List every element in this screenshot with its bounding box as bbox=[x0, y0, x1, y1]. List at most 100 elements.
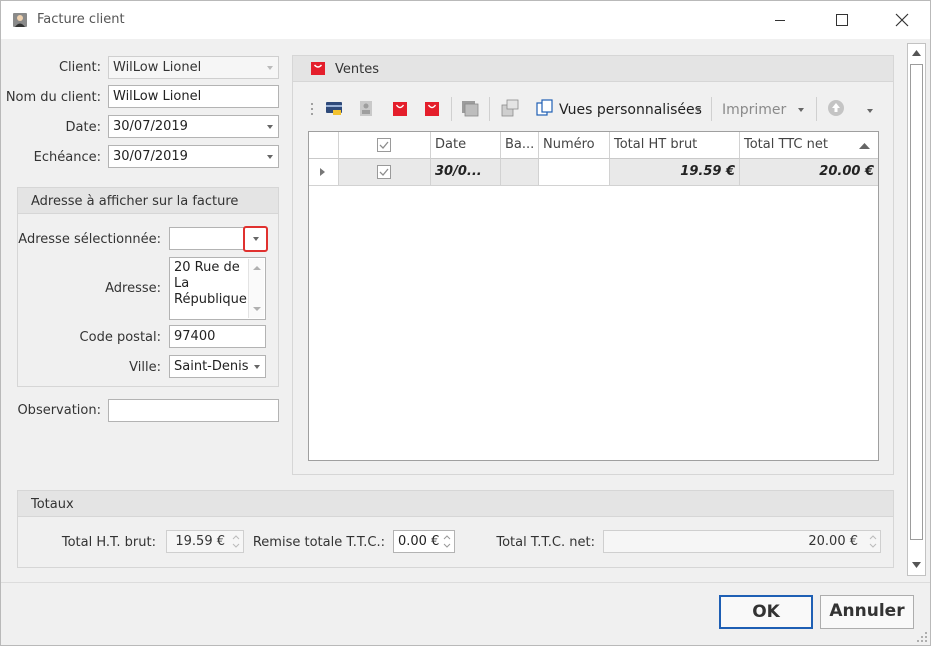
toolbar-grip-icon bbox=[311, 103, 313, 115]
invoice-window: Facture client Client: WilLow Lionel Nom… bbox=[0, 0, 931, 646]
client-label: Client: bbox=[58, 60, 101, 75]
total-ht-value: 19.59 € bbox=[175, 534, 225, 549]
scroll-up-icon[interactable] bbox=[912, 50, 921, 56]
scroll-down-icon[interactable] bbox=[253, 306, 261, 312]
spin-updown-icon bbox=[869, 535, 877, 548]
chevron-down-icon[interactable] bbox=[267, 125, 273, 129]
toolbar-separator bbox=[451, 97, 452, 121]
totaux-group: Totaux bbox=[17, 490, 894, 568]
toolbar-separator bbox=[711, 97, 712, 121]
total-ht-label: Total H.T. brut: bbox=[61, 535, 156, 550]
adresse-scrollbar[interactable] bbox=[248, 259, 264, 318]
client-select: WilLow Lionel bbox=[108, 56, 279, 79]
client-card-icon[interactable] bbox=[358, 99, 376, 117]
imprimer-button[interactable]: Imprimer bbox=[722, 102, 786, 118]
chevron-down-icon[interactable] bbox=[798, 108, 804, 112]
toolbar-overflow-icon[interactable] bbox=[867, 109, 873, 113]
column-header-numero[interactable]: Numéro bbox=[539, 132, 610, 159]
scroll-up-icon[interactable] bbox=[253, 265, 261, 271]
ok-button[interactable]: OK bbox=[719, 595, 813, 629]
code-postal-value: 97400 bbox=[174, 329, 216, 344]
footer-divider bbox=[1, 582, 930, 583]
observation-label: Observation: bbox=[17, 403, 101, 418]
remise-input[interactable]: 0.00 € bbox=[393, 530, 455, 553]
column-header-total-ttc-label: Total TTC net bbox=[744, 137, 828, 152]
sort-ascending-icon bbox=[859, 143, 870, 149]
adresse-textarea[interactable]: 20 Rue de La République bbox=[169, 257, 266, 320]
imprimer-label: Imprimer bbox=[722, 102, 787, 118]
toolbar-separator bbox=[489, 97, 490, 121]
cell-date[interactable]: 30/0... bbox=[431, 159, 501, 186]
chevron-down-icon bbox=[253, 237, 259, 241]
total-ttc-input: 20.00 € bbox=[603, 530, 881, 553]
ville-select[interactable]: Saint-Denis bbox=[169, 355, 266, 378]
date-picker[interactable]: 30/07/2019 bbox=[108, 115, 279, 138]
date-label: Date: bbox=[65, 120, 101, 135]
annuler-button[interactable]: Annuler bbox=[820, 595, 914, 629]
adresse-selectionnee-label: Adresse sélectionnée: bbox=[18, 232, 161, 247]
nom-client-value: WilLow Lionel bbox=[113, 89, 202, 104]
cell-total-ttc[interactable]: 20.00 € bbox=[740, 159, 878, 186]
maximize-icon[interactable] bbox=[831, 9, 853, 31]
export-icon[interactable] bbox=[501, 99, 519, 117]
echeance-picker[interactable]: 30/07/2019 bbox=[108, 145, 279, 168]
grid-select-all-header[interactable] bbox=[339, 132, 431, 159]
code-postal-label: Code postal: bbox=[79, 330, 161, 345]
remise-label: Remise totale T.T.C.: bbox=[252, 535, 385, 550]
payment-card-icon[interactable] bbox=[325, 99, 343, 117]
ventes-panel-header: Ventes bbox=[293, 56, 893, 82]
upload-circle-icon[interactable] bbox=[827, 99, 845, 117]
date-value: 30/07/2019 bbox=[113, 119, 188, 134]
total-ht-input: 19.59 € bbox=[166, 530, 244, 553]
spin-updown-icon bbox=[232, 535, 240, 548]
column-header-date[interactable]: Date bbox=[431, 132, 501, 159]
vertical-scrollbar[interactable] bbox=[907, 43, 926, 576]
row-pointer-icon bbox=[320, 168, 325, 176]
cell-numero[interactable] bbox=[539, 159, 610, 186]
observation-input[interactable] bbox=[108, 399, 279, 422]
client-value: WilLow Lionel bbox=[113, 60, 202, 75]
minimize-icon[interactable] bbox=[769, 9, 791, 31]
column-header-total-ht[interactable]: Total HT brut bbox=[610, 132, 740, 159]
scrollbar-thumb[interactable] bbox=[910, 64, 923, 540]
remise-value: 0.00 € bbox=[398, 534, 440, 549]
shopping-bag-icon[interactable] bbox=[423, 99, 441, 117]
close-icon[interactable] bbox=[891, 9, 913, 31]
chevron-down-icon[interactable] bbox=[254, 365, 260, 369]
shopping-bag-icon bbox=[311, 62, 325, 75]
app-user-icon bbox=[13, 13, 27, 27]
ventes-title: Ventes bbox=[335, 62, 379, 77]
echeance-label: Echéance: bbox=[33, 150, 101, 165]
row-checkbox-cell[interactable] bbox=[339, 159, 431, 186]
grid-indicator-header bbox=[309, 132, 339, 159]
address-dropdown-button[interactable] bbox=[243, 226, 268, 252]
resize-grip-icon[interactable] bbox=[916, 631, 928, 643]
chevron-down-icon[interactable] bbox=[267, 155, 273, 159]
column-header-total-ttc[interactable]: Total TTC net bbox=[740, 132, 878, 159]
nom-client-input[interactable]: WilLow Lionel bbox=[108, 85, 279, 108]
totaux-group-title: Totaux bbox=[18, 491, 893, 517]
custom-views-icon[interactable] bbox=[536, 99, 554, 117]
title-bar: Facture client bbox=[1, 1, 930, 39]
spin-updown-icon[interactable] bbox=[443, 534, 451, 549]
vues-label: Vues personnalisées bbox=[559, 102, 702, 118]
vues-personnalisees-button[interactable]: Vues personnalisées bbox=[559, 102, 702, 118]
cell-ba[interactable] bbox=[501, 159, 539, 186]
column-header-ba[interactable]: Ba... bbox=[501, 132, 539, 159]
select-all-checkbox[interactable] bbox=[377, 138, 391, 152]
check-icon bbox=[379, 168, 389, 176]
code-postal-input[interactable]: 97400 bbox=[169, 325, 266, 348]
total-ttc-value: 20.00 € bbox=[808, 534, 858, 549]
cell-total-ht[interactable]: 19.59 € bbox=[610, 159, 740, 186]
nom-client-label: Nom du client: bbox=[5, 90, 101, 105]
chevron-down-icon[interactable] bbox=[695, 108, 701, 112]
total-ttc-label: Total T.T.C. net: bbox=[496, 535, 595, 550]
scroll-down-icon[interactable] bbox=[912, 562, 921, 568]
shopping-bag-icon[interactable] bbox=[391, 99, 409, 117]
window-title: Facture client bbox=[37, 12, 125, 27]
document-stack-icon[interactable] bbox=[461, 99, 479, 117]
row-checkbox[interactable] bbox=[377, 165, 391, 179]
ville-label: Ville: bbox=[129, 360, 161, 375]
row-indicator[interactable] bbox=[309, 159, 339, 186]
echeance-value: 30/07/2019 bbox=[113, 149, 188, 164]
